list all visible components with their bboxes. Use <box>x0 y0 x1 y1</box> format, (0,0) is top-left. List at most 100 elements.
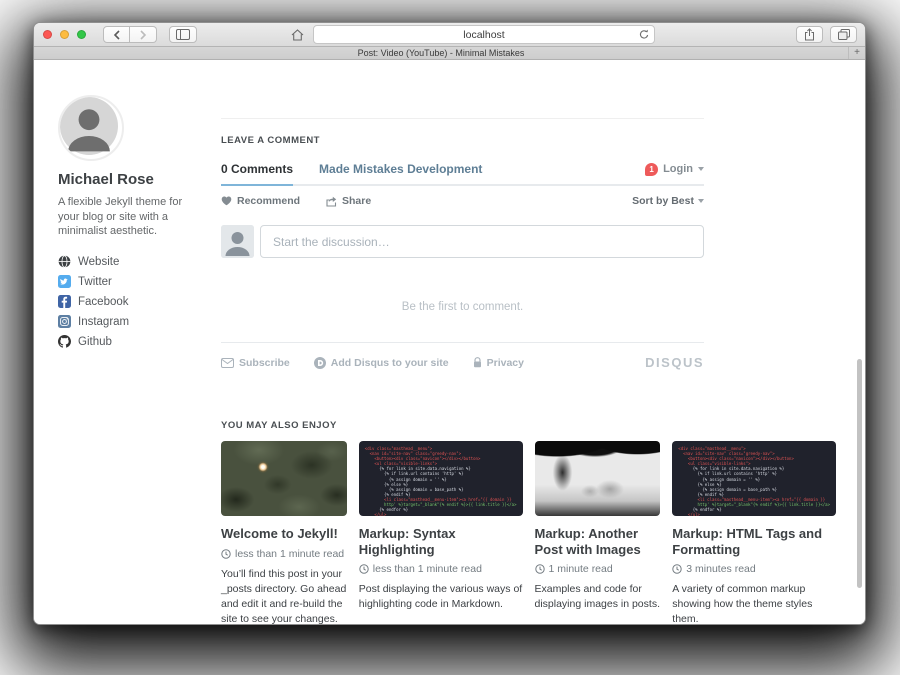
disqus-share-button[interactable]: Share <box>326 195 371 207</box>
globe-icon <box>58 255 71 268</box>
post-thumbnail-code[interactable]: <div class="masthead__menu"> <nav id="si… <box>359 441 523 516</box>
address-bar[interactable]: localhost <box>313 25 655 44</box>
post-excerpt: You’ll find this post in your _posts dir… <box>221 567 347 626</box>
tab-overview-button[interactable] <box>830 26 857 43</box>
read-time-label: less than 1 minute read <box>235 548 344 560</box>
forward-button[interactable] <box>130 26 157 43</box>
comment-input[interactable] <box>260 225 704 258</box>
refresh-icon <box>639 29 649 40</box>
author-link-label: Twitter <box>78 276 112 288</box>
share-icon <box>804 28 815 41</box>
guest-avatar <box>221 225 254 258</box>
post-title-link[interactable]: Markup: Syntax Highlighting <box>359 526 523 557</box>
sidebar-icon <box>176 29 190 40</box>
disqus-actions: Recommend Share Sort by Best <box>221 186 704 216</box>
browser-tab[interactable]: Post: Video (YouTube) - Minimal Mistakes <box>34 47 848 59</box>
clock-icon <box>535 564 545 574</box>
author-link-instagram[interactable]: Instagram <box>58 312 200 332</box>
recommend-label: Recommend <box>237 195 300 207</box>
add-disqus-label: Add Disqus to your site <box>331 357 449 369</box>
sort-menu[interactable]: Sort by Best <box>632 195 704 207</box>
login-label: Login <box>663 163 693 175</box>
lock-icon <box>473 357 482 368</box>
refresh-button[interactable] <box>639 29 649 40</box>
clock-icon <box>359 564 369 574</box>
read-time: 3 minutes read <box>672 563 836 575</box>
share-arrow-icon <box>326 196 337 207</box>
traffic-lights <box>43 30 86 39</box>
zoom-window-button[interactable] <box>77 30 86 39</box>
chevron-down-icon <box>698 199 704 203</box>
facebook-icon <box>58 295 71 308</box>
author-links: Website Twitter Facebook <box>58 252 200 352</box>
community-link[interactable]: Made Mistakes Development <box>319 162 482 176</box>
clock-icon <box>221 549 231 559</box>
notification-badge[interactable]: 1 <box>645 163 658 176</box>
code-screenshot-text: <div class="masthead__menu"> <nav id="si… <box>359 441 523 516</box>
related-card: Welcome to Jekyll! less than 1 minute re… <box>221 441 347 625</box>
post-title-link[interactable]: Markup: Another Post with Images <box>535 526 661 557</box>
author-bio: A flexible Jekyll theme for your blog or… <box>58 195 190 239</box>
safari-window: localhost Post: Video (YouTube) - Minima… <box>33 22 866 625</box>
tab-bar: Post: Video (YouTube) - Minimal Mistakes… <box>34 47 865 60</box>
comment-count-tab[interactable]: 0 Comments <box>221 162 293 176</box>
empty-thread-message: Be the first to comment. <box>221 301 704 313</box>
share-button[interactable] <box>796 26 823 43</box>
tab-overview-icon <box>838 29 850 40</box>
privacy-label: Privacy <box>487 357 524 369</box>
home-button[interactable] <box>285 26 309 43</box>
author-link-website[interactable]: Website <box>58 252 200 272</box>
post-thumbnail-code[interactable]: <div class="masthead__menu"> <nav id="si… <box>672 441 836 516</box>
post-title-link[interactable]: Welcome to Jekyll! <box>221 526 347 542</box>
instagram-icon <box>58 315 71 328</box>
related-heading: YOU MAY ALSO ENJOY <box>221 420 836 431</box>
minimize-window-button[interactable] <box>60 30 69 39</box>
read-time-label: less than 1 minute read <box>373 563 482 575</box>
author-link-github[interactable]: Github <box>58 332 200 352</box>
back-button[interactable] <box>103 26 130 43</box>
home-icon <box>291 29 304 41</box>
login-menu[interactable]: 1 Login <box>645 163 704 176</box>
comment-form <box>221 225 704 258</box>
scrollbar-thumb[interactable] <box>857 359 862 588</box>
disqus-header: 0 Comments Made Mistakes Development 1 L… <box>221 162 704 186</box>
author-link-label: Website <box>78 256 119 268</box>
browser-toolbar: localhost <box>34 23 865 47</box>
add-disqus-link[interactable]: Add Disqus to your site <box>314 357 449 369</box>
post-title-link[interactable]: Markup: HTML Tags and Formatting <box>672 526 836 557</box>
author-link-twitter[interactable]: Twitter <box>58 272 200 292</box>
recommend-button[interactable]: Recommend <box>221 195 300 207</box>
author-name: Michael Rose <box>58 171 200 188</box>
disqus-logo: DISQUS <box>645 355 704 370</box>
section-divider <box>221 118 704 119</box>
post-excerpt: Examples and code for displaying images … <box>535 582 661 612</box>
read-time: less than 1 minute read <box>221 548 347 560</box>
share-label: Share <box>342 195 371 207</box>
chevron-down-icon <box>698 167 704 171</box>
post-thumbnail-moss[interactable] <box>221 441 347 516</box>
author-link-facebook[interactable]: Facebook <box>58 292 200 312</box>
person-silhouette-icon <box>221 225 254 258</box>
post-thumbnail-fog[interactable] <box>535 441 661 516</box>
comments-heading: LEAVE A COMMENT <box>221 135 836 146</box>
github-icon <box>58 335 71 348</box>
privacy-link[interactable]: Privacy <box>473 357 524 369</box>
author-link-label: Facebook <box>78 296 129 308</box>
author-sidebar: Michael Rose A flexible Jekyll theme for… <box>58 95 200 352</box>
related-cards-grid: Welcome to Jekyll! less than 1 minute re… <box>221 441 836 625</box>
person-silhouette-icon <box>60 97 118 155</box>
read-time: less than 1 minute read <box>359 563 523 575</box>
sidebar-toggle-button[interactable] <box>169 26 197 43</box>
desktop-background: localhost Post: Video (YouTube) - Minima… <box>0 0 900 675</box>
subscribe-link[interactable]: Subscribe <box>221 357 290 369</box>
read-time-label: 3 minutes read <box>686 563 755 575</box>
main-column: LEAVE A COMMENT 0 Comments Made Mistakes… <box>221 118 836 625</box>
read-time-label: 1 minute read <box>549 563 613 575</box>
close-window-button[interactable] <box>43 30 52 39</box>
twitter-icon <box>58 275 71 288</box>
tab-title: Post: Video (YouTube) - Minimal Mistakes <box>358 48 525 58</box>
new-tab-button[interactable]: + <box>848 47 865 59</box>
post-excerpt: A variety of common markup showing how t… <box>672 582 836 625</box>
post-excerpt: Post displaying the various ways of high… <box>359 582 523 612</box>
disqus-footer: Subscribe Add Disqus to your site Privac… <box>221 343 704 370</box>
